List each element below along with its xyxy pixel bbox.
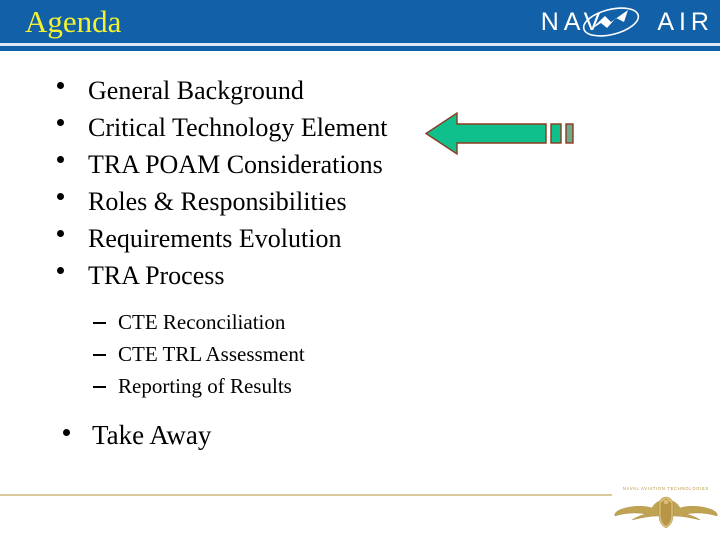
navair-logo: NAV AIR (502, 5, 714, 39)
list-item-label: Requirements Evolution (88, 224, 342, 253)
list-item: TRA POAM Considerations (0, 148, 720, 185)
list-item-label: Critical Technology Element (88, 113, 388, 142)
sub-list-item: CTE TRL Assessment (0, 340, 720, 372)
bullet-marker-icon (63, 429, 70, 436)
dash-marker-icon (93, 386, 106, 388)
list-item-label: TRA POAM Considerations (88, 150, 383, 179)
sub-list-item-label: CTE Reconciliation (118, 310, 286, 334)
footer-emblem-label: NAVAL AVIATION TECHNOLOGIES (622, 486, 710, 491)
footer-divider (0, 494, 612, 496)
navair-swoosh-icon (582, 7, 640, 37)
page-title: Agenda (25, 4, 122, 39)
list-item: Requirements Evolution (0, 222, 720, 259)
bullet-marker-icon (57, 267, 64, 274)
slide: Agenda NAV AIR General Background Critic… (0, 0, 720, 540)
bullet-marker-icon (57, 82, 64, 89)
bullet-marker-icon (57, 119, 64, 126)
arrow-annotation (424, 110, 574, 157)
sub-list-item-label: Reporting of Results (118, 374, 292, 398)
list-item: General Background (0, 74, 720, 111)
list-item: TRA Process (0, 259, 720, 296)
list-item-label: General Background (88, 76, 304, 105)
list-item: Roles & Responsibilities (0, 185, 720, 222)
list-item-label: Take Away (92, 420, 212, 450)
bullet-marker-icon (57, 230, 64, 237)
sub-list-item: CTE Reconciliation (0, 308, 720, 340)
sub-list-item: Reporting of Results (0, 372, 720, 404)
bullet-marker-icon (57, 156, 64, 163)
header-underline-highlight (0, 51, 720, 53)
bullet-marker-icon (57, 193, 64, 200)
list-item-label: Roles & Responsibilities (88, 187, 347, 216)
list-item: Critical Technology Element (0, 111, 720, 148)
naval-aviator-wings-icon (614, 496, 718, 529)
sub-list-item-label: CTE TRL Assessment (118, 342, 305, 366)
dash-marker-icon (93, 322, 106, 324)
left-arrow-icon (424, 111, 574, 156)
list-item: Take Away (0, 416, 720, 456)
agenda-list: General Background Critical Technology E… (0, 74, 720, 456)
dash-marker-icon (93, 354, 106, 356)
footer-emblem: NAVAL AVIATION TECHNOLOGIES (612, 486, 720, 536)
list-item-label: TRA Process (88, 261, 225, 290)
